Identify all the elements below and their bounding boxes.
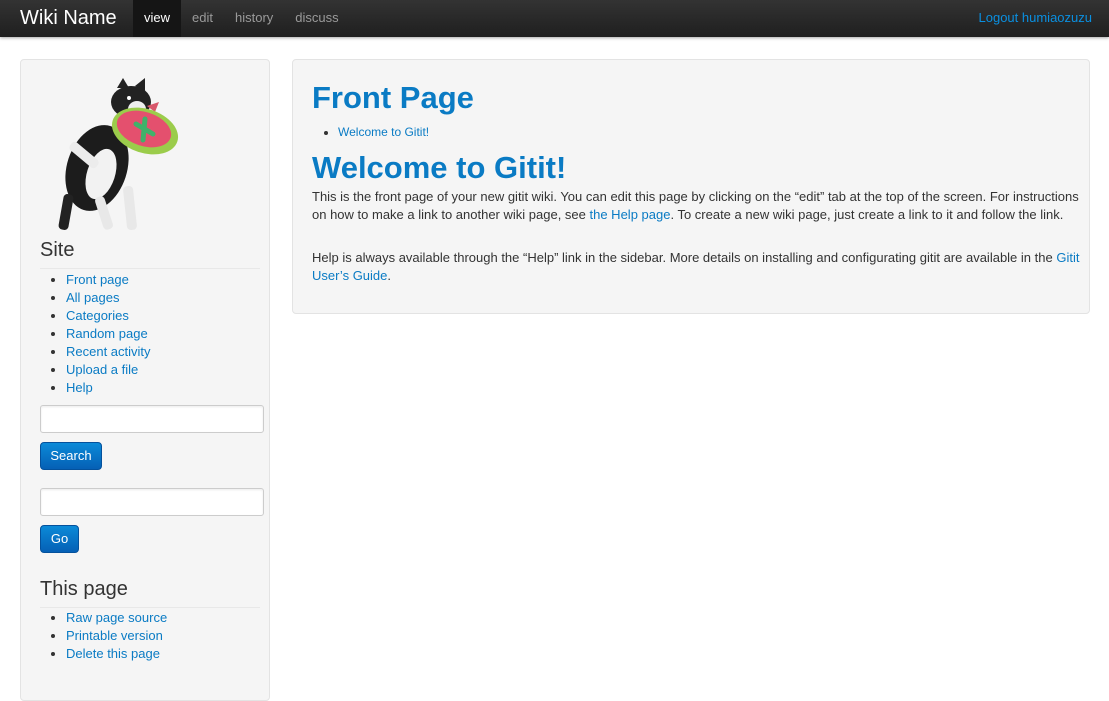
sidebar-item-all-pages[interactable]: All pages: [66, 289, 151, 307]
sidebar-item-delete-page[interactable]: Delete this page: [66, 645, 167, 663]
logout-link[interactable]: Logout humiaozuzu: [979, 0, 1092, 36]
sidebar-item-categories[interactable]: Categories: [66, 307, 151, 325]
intro-paragraph: This is the front page of your new gitit…: [312, 188, 1080, 224]
table-of-contents: Welcome to Gitit!: [312, 124, 429, 140]
site-heading: Site: [40, 238, 260, 269]
site-links: Front page All pages Categories Random p…: [40, 271, 151, 397]
sidebar-item-random-page[interactable]: Random page: [66, 325, 151, 343]
front-page-link[interactable]: Front page: [66, 272, 129, 287]
intro-text-end: . To create a new wiki page, just create…: [670, 207, 1064, 222]
top-navbar: Wiki Name view edit history discuss Logo…: [0, 0, 1109, 37]
sidebar-item-recent-activity[interactable]: Recent activity: [66, 343, 151, 361]
tab-discuss[interactable]: discuss: [284, 0, 349, 37]
random-page-link[interactable]: Random page: [66, 326, 148, 341]
categories-link[interactable]: Categories: [66, 308, 129, 323]
go-to-page-input[interactable]: [40, 488, 264, 516]
tab-edit[interactable]: edit: [181, 0, 224, 37]
sidebar-item-raw-source[interactable]: Raw page source: [66, 609, 167, 627]
page-tabs: view edit history discuss: [133, 0, 350, 37]
sidebar-item-front-page[interactable]: Front page: [66, 271, 151, 289]
toc-welcome-link[interactable]: Welcome to Gitit!: [338, 125, 429, 139]
main-content: Front Page Welcome to Gitit! Welcome to …: [292, 59, 1090, 314]
help-link[interactable]: Help: [66, 380, 93, 395]
page-title: Front Page: [312, 80, 474, 115]
help-page-link[interactable]: the Help page: [590, 207, 671, 222]
toc-item[interactable]: Welcome to Gitit!: [338, 124, 429, 140]
tab-history[interactable]: history: [224, 0, 284, 37]
page-links: Raw page source Printable version Delete…: [40, 609, 167, 663]
sidebar-item-help[interactable]: Help: [66, 379, 151, 397]
wiki-brand[interactable]: Wiki Name: [20, 5, 117, 31]
dog-frisbee-logo-icon[interactable]: [39, 76, 181, 236]
all-pages-link[interactable]: All pages: [66, 290, 119, 305]
sidebar: Site Front page All pages Categories Ran…: [20, 59, 270, 701]
this-page-heading: This page: [40, 577, 260, 608]
upload-file-link[interactable]: Upload a file: [66, 362, 138, 377]
sidebar-item-printable[interactable]: Printable version: [66, 627, 167, 645]
raw-source-link[interactable]: Raw page source: [66, 610, 167, 625]
tab-view[interactable]: view: [133, 0, 182, 37]
recent-activity-link[interactable]: Recent activity: [66, 344, 151, 359]
search-button[interactable]: Search: [40, 442, 102, 470]
help-paragraph: Help is always available through the “He…: [312, 249, 1080, 285]
section-title: Welcome to Gitit!: [312, 150, 567, 185]
sidebar-item-upload-file[interactable]: Upload a file: [66, 361, 151, 379]
search-input[interactable]: [40, 405, 264, 433]
delete-page-link[interactable]: Delete this page: [66, 646, 160, 661]
go-button[interactable]: Go: [40, 525, 79, 553]
printable-version-link[interactable]: Printable version: [66, 628, 163, 643]
help-text-start: Help is always available through the “He…: [312, 250, 1057, 265]
help-text-end: .: [387, 268, 392, 283]
